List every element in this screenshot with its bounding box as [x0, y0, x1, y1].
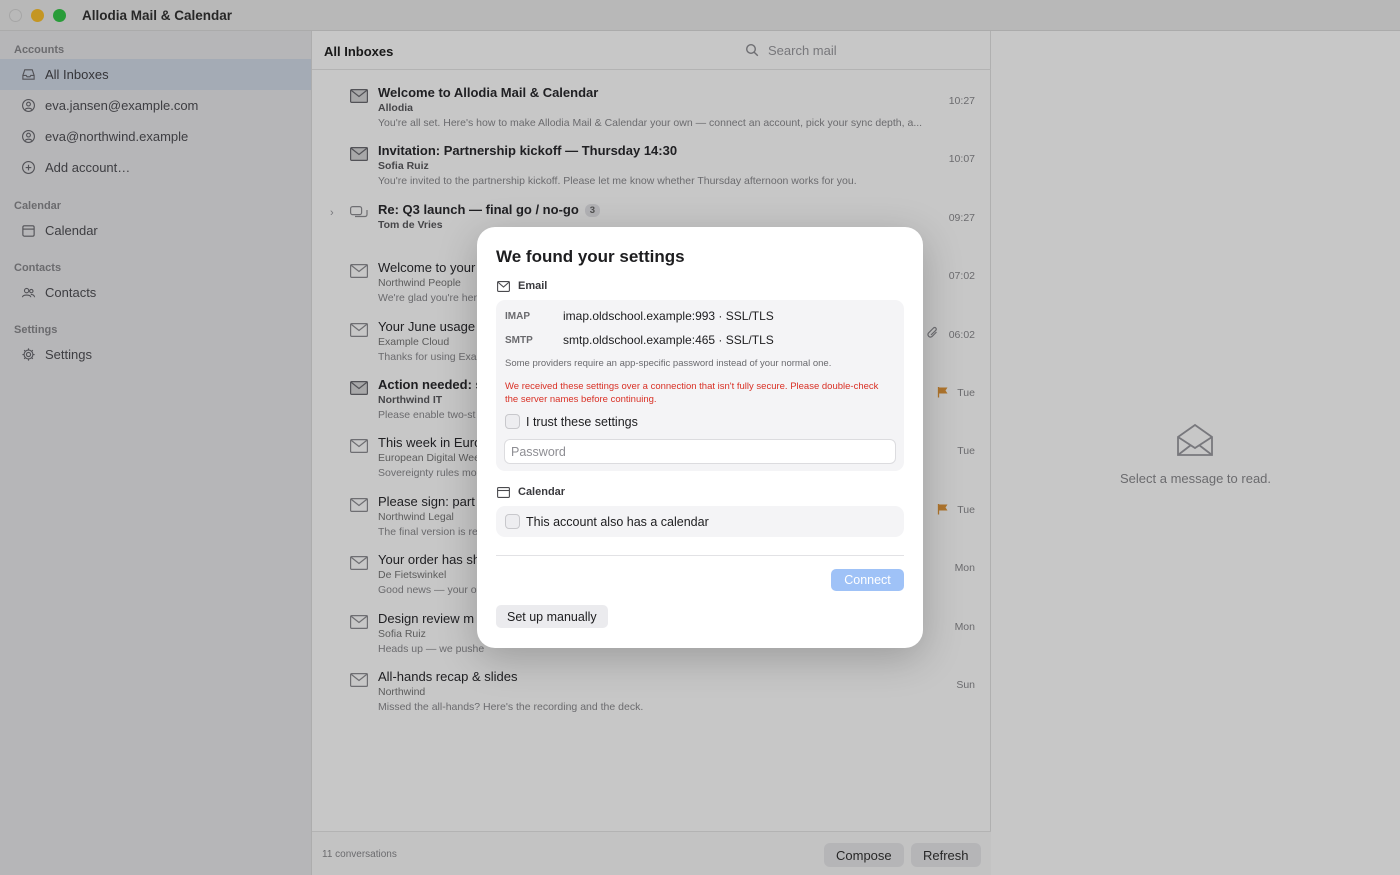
smtp-label: SMTP	[505, 335, 533, 346]
calendar-checkbox-row[interactable]: This account also has a calendar	[505, 514, 709, 529]
email-settings-card: IMAP imap.oldschool.example:993 · SSL/TL…	[496, 300, 904, 471]
calendar-section-text: Calendar	[518, 486, 566, 498]
calendar-section-label: Calendar	[497, 486, 565, 498]
email-section-label: Email	[497, 280, 547, 292]
imap-label: IMAP	[505, 311, 530, 322]
calendar-checkbox[interactable]	[505, 514, 520, 529]
calendar-checkbox-label: This account also has a calendar	[526, 514, 709, 529]
envelope-icon	[497, 280, 510, 292]
calendar-icon	[497, 486, 510, 498]
trust-settings-checkbox-row[interactable]: I trust these settings	[505, 414, 638, 429]
email-section-text: Email	[518, 280, 548, 292]
calendar-card: This account also has a calendar	[496, 506, 904, 537]
trust-settings-checkbox[interactable]	[505, 414, 520, 429]
account-settings-dialog: We found your settings Email IMAP imap.o…	[477, 227, 923, 648]
password-field[interactable]	[504, 439, 896, 464]
dialog-divider	[496, 555, 904, 556]
app-password-hint: Some providers require an app-specific p…	[505, 358, 832, 369]
insecure-connection-warning: We received these settings over a connec…	[505, 381, 879, 405]
smtp-server-value: smtp.oldschool.example:465 · SSL/TLS	[563, 333, 774, 347]
dialog-title: We found your settings	[496, 247, 685, 266]
set-up-manually-button[interactable]: Set up manually	[496, 605, 608, 628]
imap-server-value: imap.oldschool.example:993 · SSL/TLS	[563, 309, 774, 323]
connect-button[interactable]: Connect	[831, 569, 904, 591]
trust-settings-label: I trust these settings	[526, 414, 638, 429]
